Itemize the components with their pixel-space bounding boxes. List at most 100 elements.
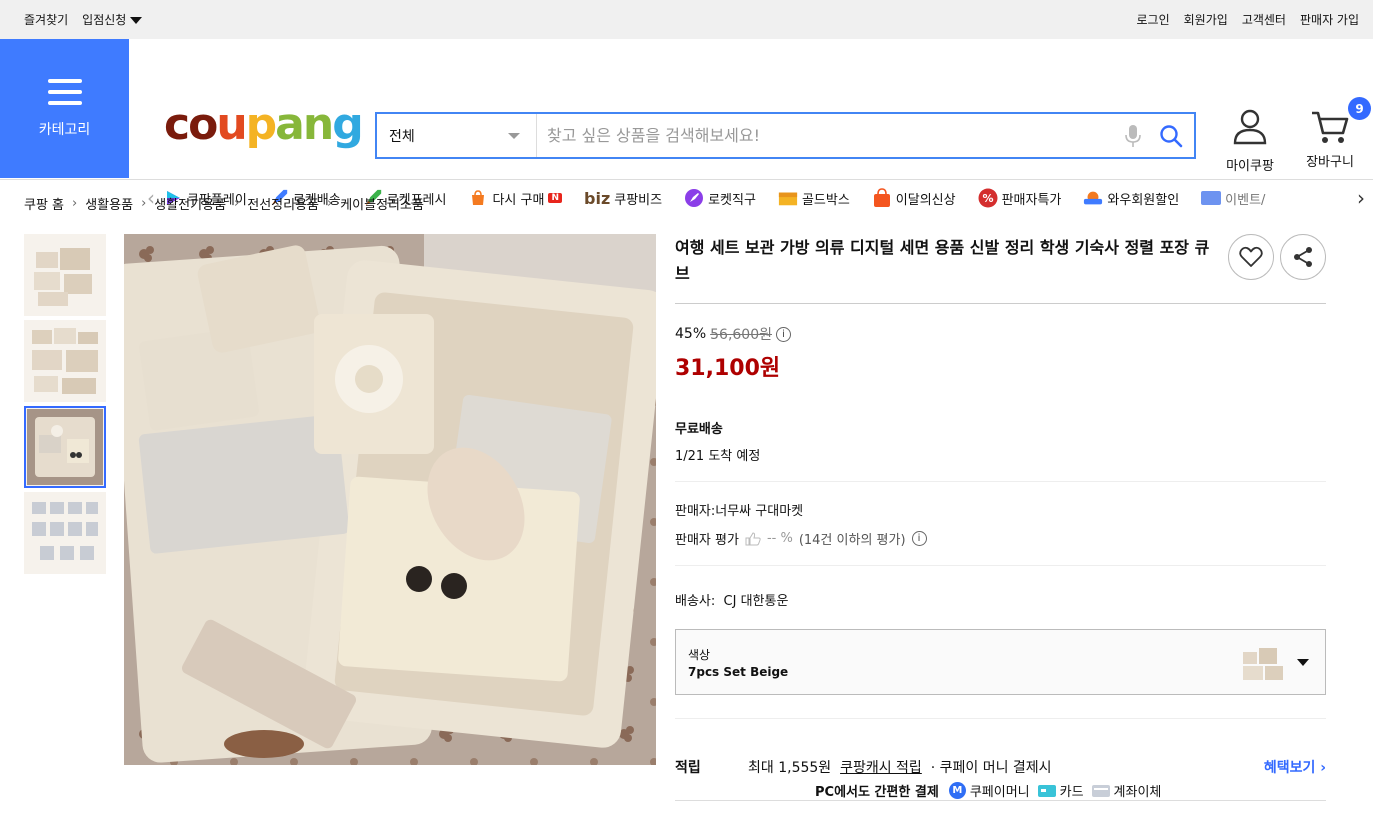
points-max: 최대 1,555원 (748, 760, 832, 776)
customer-center-link[interactable]: 고객센터 (1242, 11, 1286, 28)
person-icon (1233, 109, 1267, 145)
seller-name[interactable]: 판매자:너무싸 구대마켓 (675, 500, 1326, 519)
divider (675, 718, 1326, 719)
nav-label: 이벤트/ (1225, 192, 1266, 208)
points-label: 적립 (675, 760, 701, 776)
points-row: 적립 최대 1,555원 쿠팡캐시 적립 · 쿠페이 머니 결제시 혜택보기 › (675, 757, 1326, 777)
chevron-right-icon: › (327, 196, 333, 211)
nav-item-rocket-global[interactable]: 로켓직구 (684, 188, 756, 208)
search-scope-value: 전체 (389, 128, 415, 145)
percent-icon: % (978, 188, 998, 208)
info-icon[interactable]: i (911, 531, 927, 546)
my-coupang-label: 마이쿠팡 (1226, 159, 1274, 174)
payment-methods: PC에서도 간편한 결제 M 쿠페이머니 카드 계좌이체 (815, 781, 1161, 800)
bookmark-link[interactable]: 즐겨찾기 (24, 11, 68, 28)
pay-label: 카드 (1059, 785, 1084, 800)
color-option-select[interactable]: 색상 7pcs Set Beige (675, 629, 1326, 695)
nav-label: 골드박스 (801, 192, 850, 208)
arrival-date: 1/21 도착 예정 (675, 449, 761, 464)
cart-count-badge: 9 (1348, 97, 1371, 120)
option-thumbnail (1243, 648, 1283, 680)
share-button[interactable] (1280, 234, 1326, 280)
nav-item-wow-discount[interactable]: 와우회원할인 (1083, 188, 1179, 208)
original-price: 56,600원 (710, 327, 772, 343)
points-note: · 쿠페이 머니 결제시 (930, 760, 1052, 776)
chevron-down-icon (1297, 658, 1309, 666)
wishlist-button[interactable] (1228, 234, 1274, 280)
seller-rating-value: -- % (766, 531, 793, 546)
nav-item-goldbox[interactable]: 골드박스 (778, 188, 850, 208)
nav-label: 다시 구매 (492, 192, 545, 208)
thumbnail[interactable] (24, 320, 106, 402)
nav-item-seller-deal[interactable]: % 판매자특가 (978, 188, 1062, 208)
signup-link[interactable]: 회원가입 (1184, 11, 1228, 28)
top-bar: 즐겨찾기 입점신청 로그인 회원가입 고객센터 판매자 가입 (0, 0, 1373, 39)
search-icon[interactable] (1156, 121, 1186, 151)
chevron-right-icon: › (1320, 760, 1326, 776)
nav-item-event[interactable]: 이벤트/ (1201, 188, 1265, 208)
breadcrumb-item[interactable]: 전선정리용품 (247, 194, 319, 213)
nav-label: 쿠팡비즈 (614, 192, 663, 208)
product-main-image[interactable] (124, 234, 656, 765)
rocket-global-icon (684, 188, 704, 208)
coupang-logo[interactable]: coupang (164, 103, 364, 147)
biz-icon: biz (584, 188, 611, 208)
event-icon (1201, 188, 1222, 208)
product-title: 여행 세트 보관 가방 의류 디지털 세면 용품 신발 정리 학생 기숙사 정렬… (675, 238, 1210, 283)
breadcrumb-item[interactable]: 케이블정리소품 (340, 194, 424, 213)
my-coupang-button[interactable]: 마이쿠팡 (1222, 109, 1278, 174)
heart-icon (1239, 246, 1263, 267)
chevron-down-icon (130, 17, 143, 24)
breadcrumb: 쿠팡 홈 › 생활용품 › 생활전기용품 › 전선정리용품 › 케이블정리소품 (24, 194, 424, 213)
search-bar: 전체 (375, 112, 1196, 159)
breadcrumb-item[interactable]: 쿠팡 홈 (24, 194, 64, 213)
pay-card: 카드 (1037, 781, 1084, 800)
category-button[interactable]: 카테고리 (0, 39, 129, 178)
seller-apply-link[interactable]: 입점신청 (82, 11, 143, 28)
wow-icon (1083, 188, 1103, 208)
seller-rating-note: (14건 이하의 평가) (798, 533, 906, 548)
thumbnail[interactable] (24, 234, 106, 316)
thumbnail[interactable] (24, 492, 106, 574)
share-icon (1294, 247, 1312, 267)
chevron-right-icon[interactable]: › (1349, 186, 1373, 210)
seller-apply-label: 입점신청 (82, 13, 127, 27)
search-scope-select[interactable]: 전체 (377, 114, 537, 157)
pay-bank-transfer: 계좌이체 (1091, 781, 1161, 800)
microphone-icon[interactable] (1118, 121, 1148, 151)
info-icon[interactable]: i (776, 326, 791, 342)
thumbs-up-icon (745, 531, 761, 545)
search-input[interactable] (537, 114, 1118, 157)
header: 카테고리 coupang 전체 마이쿠팡 9 장바구니 ‹ 쿠팡플레이 로켓배송… (0, 39, 1373, 210)
thumbnail-selected[interactable] (24, 406, 106, 488)
nav-label: 판매자특가 (1001, 192, 1062, 208)
new-badge-icon: N (548, 193, 562, 203)
seller-signup-link[interactable]: 판매자 가입 (1300, 11, 1359, 28)
breadcrumb-item[interactable]: 생활용품 (85, 194, 133, 213)
chevron-down-icon (508, 132, 520, 139)
card-icon (1037, 784, 1056, 797)
cart-button[interactable]: 9 장바구니 (1300, 97, 1371, 170)
pay-label: 쿠페이머니 (969, 785, 1030, 800)
coupang-cash-link[interactable]: 쿠팡캐시 적립 (840, 757, 922, 777)
benefits-link[interactable]: 혜택보기 › (1264, 757, 1326, 777)
cart-icon (1312, 111, 1349, 143)
nav-label: 와우회원할인 (1107, 192, 1180, 208)
svg-text:%: % (982, 192, 993, 205)
nav-label: 로켓직구 (708, 192, 756, 208)
goldbox-icon (778, 188, 798, 208)
nav-item-rebuy[interactable]: 다시 구매 N (468, 188, 562, 208)
pay-coupay-money: M 쿠페이머니 (948, 781, 1030, 800)
benefits-label: 혜택보기 (1263, 760, 1316, 776)
nav-item-new-arrivals[interactable]: 이달의신상 (872, 188, 956, 208)
new-bag-icon (872, 188, 892, 208)
seller-rating-label: 판매자 평가 (675, 533, 739, 548)
bank-transfer-icon (1091, 784, 1110, 797)
login-link[interactable]: 로그인 (1137, 11, 1170, 28)
product-info: 여행 세트 보관 가방 의류 디지털 세면 용품 신발 정리 학생 기숙사 정렬… (675, 234, 1326, 801)
breadcrumb-item[interactable]: 생활전기용품 (154, 194, 226, 213)
cart-label: 장바구니 (1306, 155, 1354, 170)
nav-item-coupang-biz[interactable]: biz 쿠팡비즈 (584, 188, 662, 208)
shipping-type: 무료배송 (675, 422, 723, 437)
seller-rating: 판매자 평가 -- % (14건 이하의 평가) i (675, 529, 1326, 548)
